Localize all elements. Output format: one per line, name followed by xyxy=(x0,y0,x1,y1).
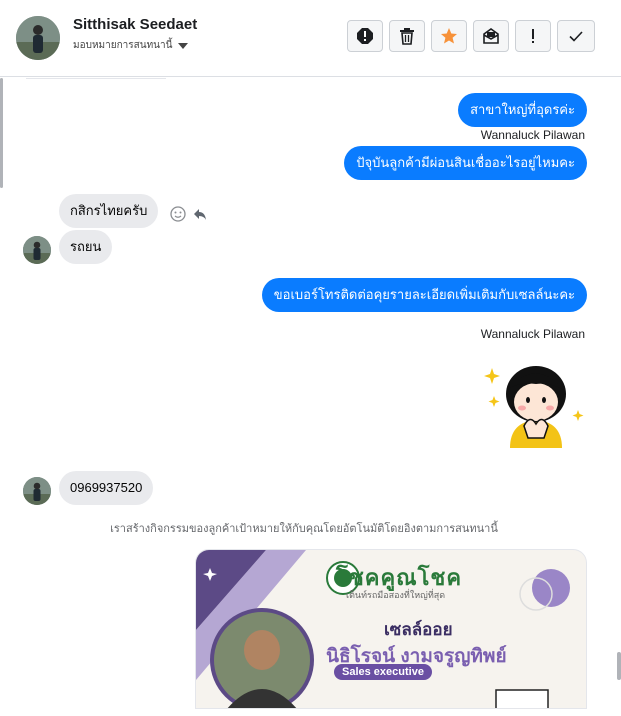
alert-octagon-icon xyxy=(357,28,373,44)
message-actions xyxy=(170,206,208,222)
right-scrollbar-thumb[interactable] xyxy=(617,652,621,680)
assign-label: มอบหมายการสนทนานี้ xyxy=(73,40,173,51)
sender-name: Wannaluck Pilawan xyxy=(480,128,585,142)
message-bubble-incoming[interactable]: กสิกรไทยครับ xyxy=(59,194,159,228)
card-tagline: เต็นท์รถมือสองที่ใหญ่ที่สุด xyxy=(346,590,446,600)
star-button[interactable] xyxy=(431,20,467,52)
priority-button[interactable] xyxy=(515,20,551,52)
conversation-toolbar xyxy=(347,20,595,52)
message-bubble-incoming[interactable]: 0969937520 xyxy=(59,471,154,505)
contact-avatar-small[interactable] xyxy=(23,477,51,505)
contact-name[interactable]: Sitthisak Seedaet xyxy=(73,16,197,33)
caret-down-icon xyxy=(178,42,189,49)
sender-name: Wannaluck Pilawan xyxy=(480,327,585,341)
reply-icon[interactable] xyxy=(192,206,208,222)
trash-icon xyxy=(400,28,414,45)
message-bubble-outgoing[interactable]: ขอเบอร์โทรติดต่อคุยรายละเอียดเพิ่มเติมกั… xyxy=(261,278,587,312)
report-spam-button[interactable] xyxy=(347,20,383,52)
contact-avatar-small[interactable] xyxy=(23,236,51,264)
assign-conversation-dropdown[interactable]: มอบหมายการสนทนานี้ xyxy=(73,38,189,53)
left-scrollbar[interactable] xyxy=(0,78,3,188)
mark-unread-button[interactable] xyxy=(473,20,509,52)
mark-done-button[interactable] xyxy=(557,20,595,52)
card-badge: Sales executive xyxy=(334,664,432,680)
message-bubble-incoming[interactable]: รถยน xyxy=(59,230,113,264)
exclamation-icon xyxy=(532,29,534,43)
envelope-open-icon xyxy=(483,28,499,44)
star-icon xyxy=(441,28,457,44)
conversation-header: Sitthisak Seedaet มอบหมายการสนทนานี้ xyxy=(0,0,621,77)
business-card-image[interactable]: โชคคูณโชค เต็นท์รถมือสองที่ใหญ่ที่สุด เซ… xyxy=(195,549,587,709)
contact-avatar[interactable] xyxy=(16,16,60,60)
check-icon xyxy=(569,31,583,42)
delete-button[interactable] xyxy=(389,20,425,52)
emoji-react-icon[interactable] xyxy=(170,206,186,222)
card-role: เซลล์ออย xyxy=(384,620,453,639)
message-bubble-outgoing[interactable]: สาขาใหญ่ที่อุดรค่ะ xyxy=(458,93,587,127)
message-bubble-outgoing[interactable]: ปัจุบันลูกค้ามีผ่อนสินเชื่ออะไรอยู่ไหมคะ xyxy=(344,146,587,180)
sticker-image[interactable] xyxy=(480,348,586,450)
previous-message-fragment xyxy=(26,70,166,79)
system-notice: เราสร้างกิจกรรมของลูกค้าเป้าหมายให้กับคุ… xyxy=(110,523,498,535)
